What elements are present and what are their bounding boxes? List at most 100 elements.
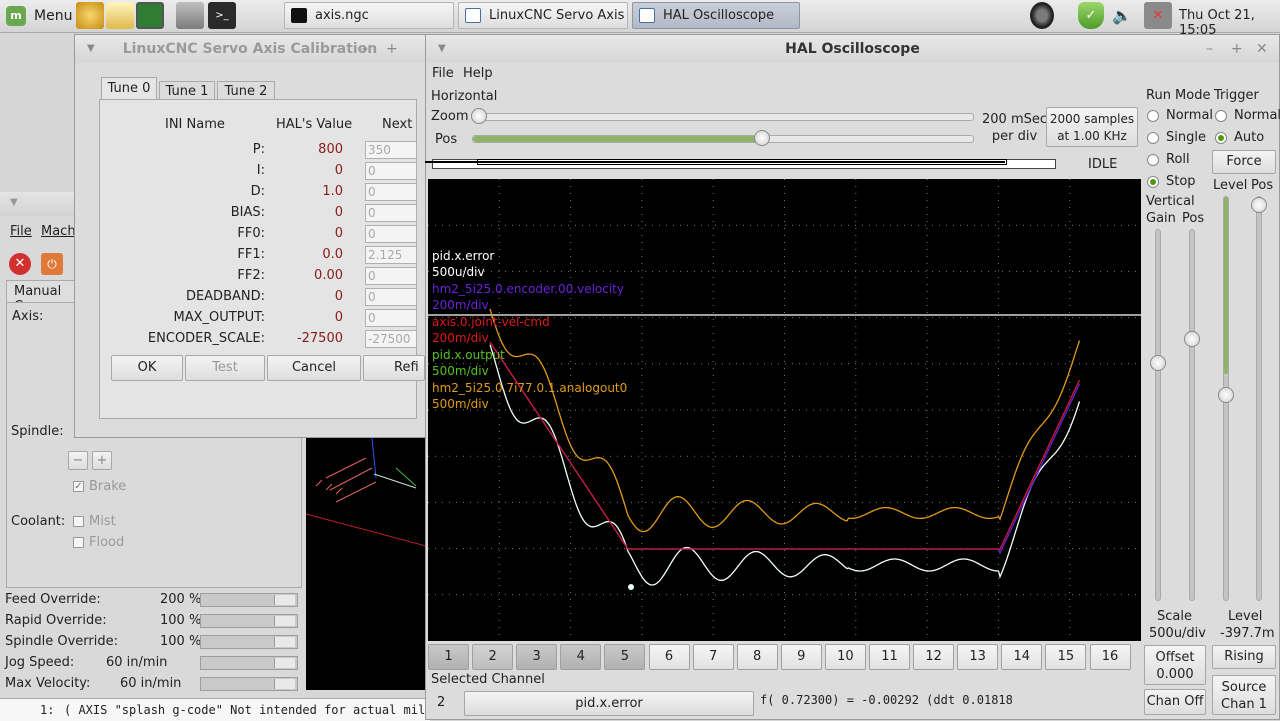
- channel-button-7[interactable]: 7: [692, 644, 734, 670]
- cancel-button[interactable]: Cancel: [267, 355, 361, 381]
- task-axis-ngc[interactable]: axis.ngc: [284, 2, 454, 29]
- channel-button-9[interactable]: 9: [780, 644, 822, 670]
- run-mode-radio[interactable]: [1147, 110, 1159, 122]
- spindle-increase-button[interactable]: +: [92, 451, 112, 470]
- scope-menu-file[interactable]: File: [432, 66, 454, 81]
- axis-menu-file[interactable]: File: [10, 224, 32, 239]
- channel-button-4[interactable]: 4: [560, 644, 602, 670]
- calibration-row: D: 1.0 0: [75, 183, 427, 204]
- force-button[interactable]: Force: [1212, 150, 1276, 174]
- estop-button[interactable]: ✕: [9, 253, 31, 275]
- refresh-button[interactable]: Refi: [363, 355, 425, 381]
- override-slider[interactable]: [200, 635, 298, 649]
- brake-checkbox[interactable]: ✓: [73, 481, 84, 492]
- override-slider[interactable]: [200, 614, 298, 628]
- trig-level-knob[interactable]: [1218, 387, 1234, 403]
- source-button[interactable]: Source Chan 1: [1212, 675, 1276, 715]
- scope-display[interactable]: [428, 179, 1141, 641]
- channel-button-8[interactable]: 8: [736, 644, 778, 670]
- trigger-mode-radio[interactable]: [1215, 110, 1227, 122]
- rising-button[interactable]: Rising: [1212, 645, 1276, 669]
- scope-menu-help[interactable]: Help: [463, 66, 493, 81]
- channel-button-13[interactable]: 13: [957, 644, 999, 670]
- trigger-mode-radio[interactable]: [1215, 132, 1227, 144]
- trig-level-label: Level: [1213, 178, 1248, 193]
- next-value-input[interactable]: 0: [365, 204, 417, 222]
- channel-button-6[interactable]: 6: [648, 644, 690, 670]
- task-servo-calibration[interactable]: LinuxCNC Servo Axis ...: [458, 2, 628, 29]
- channel-button-2[interactable]: 2: [472, 644, 514, 670]
- test-button[interactable]: Test: [185, 355, 265, 381]
- terminal-icon[interactable]: >_: [208, 2, 236, 29]
- linux-penguin-icon[interactable]: [76, 2, 104, 29]
- tab-label: Tune 1: [165, 84, 209, 99]
- trig-pos-knob[interactable]: [1251, 197, 1267, 213]
- camera-icon[interactable]: [1030, 2, 1054, 29]
- zoom-slider[interactable]: [472, 113, 974, 121]
- jog-speed-slider[interactable]: [200, 656, 298, 670]
- chan-off-button[interactable]: Chan Off: [1144, 689, 1206, 715]
- text-editor-icon[interactable]: [106, 2, 134, 29]
- task-label: HAL Oscilloscope: [663, 8, 775, 23]
- volume-icon[interactable]: 🔈: [1112, 6, 1132, 25]
- drive-icon[interactable]: [176, 2, 204, 29]
- selected-channel-name-button[interactable]: pid.x.error: [464, 691, 754, 716]
- samples-button[interactable]: 2000 samples at 1.00 KHz: [1046, 107, 1138, 147]
- vpos-slider[interactable]: [1189, 229, 1195, 601]
- offset-button[interactable]: Offset 0.000: [1144, 645, 1206, 685]
- vpos-slider-knob[interactable]: [1184, 331, 1200, 347]
- flood-checkbox[interactable]: [73, 537, 84, 548]
- channel-button-14[interactable]: 14: [1001, 644, 1043, 670]
- window-menu-icon[interactable]: ▼: [10, 197, 18, 208]
- menu-button[interactable]: m Menu: [4, 4, 72, 28]
- next-value-input[interactable]: 0: [365, 288, 417, 306]
- next-value-input[interactable]: 2.125: [365, 246, 417, 264]
- next-value-input[interactable]: 0: [365, 183, 417, 201]
- next-value-input[interactable]: 0: [365, 225, 417, 243]
- next-value-input[interactable]: 0: [365, 162, 417, 180]
- manual-tab[interactable]: Manual Co: [6, 280, 78, 314]
- max-velocity-slider[interactable]: [200, 677, 298, 691]
- flood-label: Flood: [89, 535, 125, 550]
- channel-button-11[interactable]: 11: [869, 644, 910, 670]
- gcode-text[interactable]: 1: ( AXIS "splash g-code" Not intended f…: [0, 698, 440, 721]
- gain-slider[interactable]: [1155, 229, 1161, 601]
- pos-slider-knob[interactable]: [754, 130, 770, 146]
- mist-checkbox[interactable]: [73, 516, 84, 527]
- close-icon[interactable]: ✕: [1256, 41, 1268, 57]
- channel-button-15[interactable]: 15: [1045, 644, 1087, 670]
- channel-button-12[interactable]: 12: [913, 644, 955, 670]
- gain-slider-knob[interactable]: [1150, 355, 1166, 371]
- zoom-slider-knob[interactable]: [471, 108, 487, 124]
- channel-button-5[interactable]: 5: [604, 644, 646, 670]
- task-hal-oscilloscope[interactable]: HAL Oscilloscope: [632, 2, 800, 29]
- channel-button-1[interactable]: 1: [428, 644, 469, 670]
- minimize-icon[interactable]: –: [1206, 41, 1213, 57]
- pos-slider[interactable]: [472, 135, 974, 143]
- taskbar: m Menu >_ axis.ngc LinuxCNC Servo Axis .…: [0, 0, 1280, 38]
- trigger-option-label: Auto: [1234, 130, 1265, 145]
- channel-button-16[interactable]: 16: [1089, 644, 1131, 670]
- preview-canvas[interactable]: [306, 438, 426, 690]
- system-monitor-icon[interactable]: [136, 2, 164, 29]
- maximize-icon[interactable]: +: [1231, 41, 1243, 57]
- network-disconnected-icon[interactable]: ✕: [1144, 2, 1172, 29]
- trig-pos-slider[interactable]: [1256, 196, 1262, 601]
- run-mode-radio[interactable]: [1147, 132, 1159, 144]
- spindle-decrease-button[interactable]: −: [68, 451, 88, 470]
- next-value-input[interactable]: 350: [365, 141, 417, 159]
- axis-menu-machine[interactable]: Mach: [41, 224, 76, 239]
- ok-button[interactable]: OK: [111, 355, 183, 381]
- shield-check-icon[interactable]: ✓: [1078, 2, 1104, 29]
- channel-button-3[interactable]: 3: [516, 644, 558, 670]
- run-mode-radio[interactable]: [1147, 176, 1159, 188]
- maximize-icon[interactable]: +: [386, 41, 398, 57]
- power-button[interactable]: ⏻: [41, 253, 63, 275]
- next-value-input[interactable]: 0: [365, 267, 417, 285]
- next-value-input[interactable]: 0: [365, 309, 417, 327]
- run-mode-radio[interactable]: [1147, 154, 1159, 166]
- next-value-input[interactable]: -27500: [365, 330, 417, 348]
- override-slider[interactable]: [200, 593, 298, 607]
- minimize-icon[interactable]: –: [361, 41, 368, 57]
- channel-button-10[interactable]: 10: [824, 644, 866, 670]
